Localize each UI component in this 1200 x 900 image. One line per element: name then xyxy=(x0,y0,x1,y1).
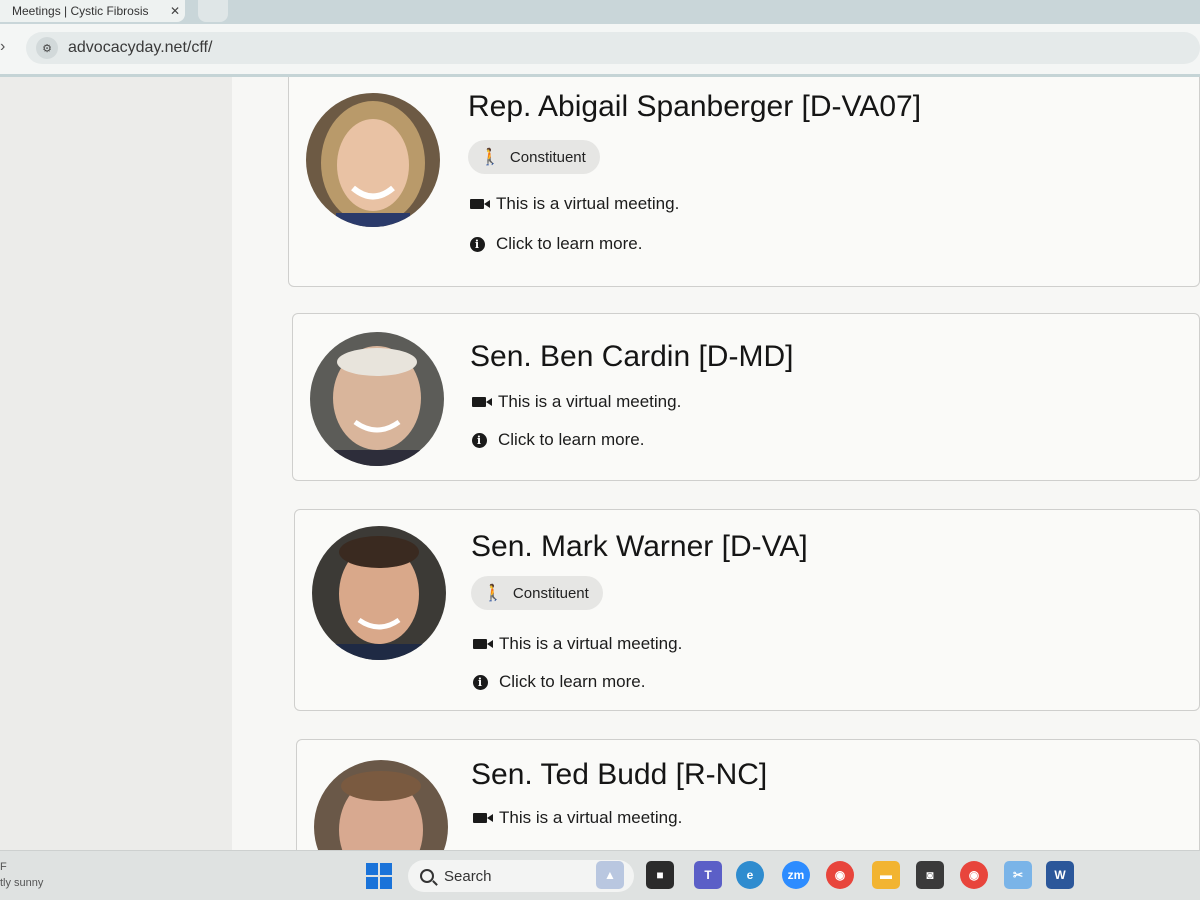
meeting-card[interactable]: Sen. Ted Budd [R-NC] This is a virtual m… xyxy=(296,739,1200,850)
avatar xyxy=(306,93,440,227)
info-icon: i xyxy=(470,432,488,448)
meetings-list: Rep. Abigail Spanberger [D-VA07] 🚶 Const… xyxy=(232,77,1200,850)
badge-label: Constituent xyxy=(509,148,586,166)
video-camera-icon xyxy=(470,397,492,407)
badge-label: Constituent xyxy=(512,584,589,602)
windows-start-icon[interactable] xyxy=(366,863,392,889)
close-tab-icon[interactable]: ✕ xyxy=(165,4,185,18)
page: Rep. Abigail Spanberger [D-VA07] 🚶 Const… xyxy=(0,77,1200,850)
taskbar: Ftly sunny Search ▲ ■ T e zm ◉ ▬ ◙ ◉ ✂ W xyxy=(0,850,1200,900)
virtual-meeting-text: This is a virtual meeting. xyxy=(499,634,683,653)
meeting-card[interactable]: Sen. Mark Warner [D-VA] 🚶 Constituent Th… xyxy=(294,509,1200,711)
tab-strip: Meetings | Cystic Fibrosis ✕ xyxy=(0,0,1200,24)
learn-more-text[interactable]: Click to learn more. xyxy=(496,234,642,254)
camera-icon[interactable]: ◙ xyxy=(916,861,944,889)
avatar xyxy=(314,760,448,850)
meeting-card[interactable]: Rep. Abigail Spanberger [D-VA07] 🚶 Const… xyxy=(288,77,1200,287)
learn-more-text[interactable]: Click to learn more. xyxy=(498,430,644,450)
avatar xyxy=(312,526,446,660)
search-label: Search xyxy=(444,867,492,885)
learn-more-link[interactable]: i Click to learn more. xyxy=(471,672,645,692)
weather-widget[interactable]: Ftly sunny xyxy=(0,859,43,891)
portrait-image xyxy=(310,332,444,466)
learn-more-link[interactable]: i Click to learn more. xyxy=(470,430,644,450)
constituent-icon: 🚶 xyxy=(483,585,503,602)
virtual-meeting-line: This is a virtual meeting. xyxy=(471,634,682,654)
virtual-meeting-line: This is a virtual meeting. xyxy=(468,194,679,214)
left-sidebar xyxy=(0,77,232,850)
tab-title: Meetings | Cystic Fibrosis xyxy=(12,4,149,18)
constituent-icon: 🚶 xyxy=(480,149,500,166)
meeting-card[interactable]: Sen. Ben Cardin [D-MD] This is a virtual… xyxy=(292,313,1200,481)
virtual-meeting-line: This is a virtual meeting. xyxy=(470,392,681,412)
file-explorer-icon[interactable]: ▬ xyxy=(872,861,900,889)
search-icon xyxy=(420,869,434,883)
member-name[interactable]: Sen. Ben Cardin [D-MD] xyxy=(470,340,793,374)
video-camera-icon xyxy=(471,813,493,823)
portrait-image xyxy=(312,526,446,660)
member-name[interactable]: Sen. Ted Budd [R-NC] xyxy=(471,758,767,792)
constituent-badge: 🚶 Constituent xyxy=(468,140,600,174)
learn-more-text[interactable]: Click to learn more. xyxy=(499,672,645,692)
address-bar[interactable]: ⚙ advocacyday.net/cff/ xyxy=(26,32,1200,64)
word-icon[interactable]: W xyxy=(1046,861,1074,889)
virtual-meeting-line: This is a virtual meeting. xyxy=(471,808,682,828)
video-camera-icon xyxy=(468,199,490,209)
chrome-profile-icon[interactable]: ◉ xyxy=(960,861,988,889)
browser-toolbar: › ⚙ advocacyday.net/cff/ xyxy=(0,24,1200,74)
weather-text: tly sunny xyxy=(0,877,44,889)
portrait-image xyxy=(314,760,448,850)
widgets-icon[interactable]: ▲ xyxy=(596,861,624,889)
info-icon: i xyxy=(471,674,489,690)
member-name[interactable]: Sen. Mark Warner [D-VA] xyxy=(471,530,808,564)
info-icon: i xyxy=(468,236,486,252)
url-text: advocacyday.net/cff/ xyxy=(68,39,213,56)
video-camera-icon xyxy=(471,639,493,649)
portrait-image xyxy=(306,93,440,227)
teams-icon[interactable]: T xyxy=(694,861,722,889)
edge-icon[interactable]: e xyxy=(736,861,764,889)
constituent-badge: 🚶 Constituent xyxy=(471,576,603,610)
avatar xyxy=(310,332,444,466)
virtual-meeting-text: This is a virtual meeting. xyxy=(499,808,683,827)
virtual-meeting-text: This is a virtual meeting. xyxy=(496,194,680,213)
back-arrow-icon[interactable]: › xyxy=(0,38,14,58)
new-tab-button[interactable] xyxy=(198,0,228,22)
learn-more-link[interactable]: i Click to learn more. xyxy=(468,234,642,254)
browser-tab[interactable]: Meetings | Cystic Fibrosis ✕ xyxy=(0,0,185,22)
virtual-meeting-text: This is a virtual meeting. xyxy=(498,392,682,411)
member-name[interactable]: Rep. Abigail Spanberger [D-VA07] xyxy=(468,90,921,124)
zoom-icon[interactable]: zm xyxy=(782,861,810,889)
snipping-tool-icon[interactable]: ✂ xyxy=(1004,861,1032,889)
task-view-icon[interactable]: ■ xyxy=(646,861,674,889)
site-settings-icon[interactable]: ⚙ xyxy=(36,37,58,59)
chrome-icon[interactable]: ◉ xyxy=(826,861,854,889)
